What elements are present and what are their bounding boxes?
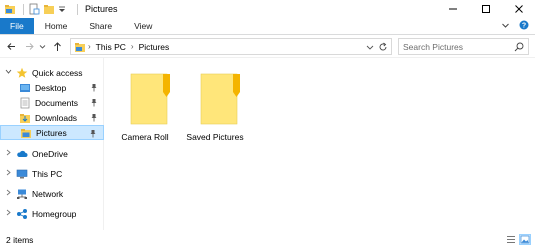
nav-item-homegroup[interactable]: Homegroup [0,206,104,221]
nav-item-desktop[interactable]: Desktop [0,80,104,95]
forward-button[interactable] [22,39,36,53]
minimize-button[interactable] [436,0,469,18]
address-dropdown-icon[interactable] [366,42,374,54]
folder-icon [197,70,245,130]
window-controls [436,0,535,18]
search-icon [514,42,524,52]
details-view-icon[interactable] [505,234,517,245]
ribbon-tabs: File Home Share View ? [0,18,535,35]
close-button[interactable] [502,0,535,18]
refresh-icon[interactable] [378,42,388,54]
nav-item-onedrive[interactable]: OneDrive [0,146,104,161]
nav-item-label: Desktop [35,82,67,93]
expand-chevron-icon[interactable] [3,189,13,198]
breadcrumb-separator-icon[interactable]: › [88,42,91,51]
nav-item-label: OneDrive [32,148,68,159]
nav-item-label: Pictures [36,127,67,138]
breadcrumb-this-pc[interactable]: This PC [96,42,126,52]
status-bar: 2 items [0,230,535,249]
window-title: Pictures [85,4,118,14]
help-icon[interactable]: ? [519,20,529,32]
documents-folder-icon [19,97,31,109]
large-icons-view-icon[interactable] [519,234,531,245]
nav-item-label: Quick access [32,67,83,78]
folder-app-icon [4,3,16,15]
expand-chevron-icon[interactable] [3,169,13,178]
pin-icon[interactable] [90,113,98,124]
expand-ribbon-icon[interactable] [501,21,510,32]
file-list: Camera Roll Saved Pictures [105,58,535,230]
breadcrumb-pictures[interactable]: Pictures [139,42,170,52]
folder-label: Saved Pictures [186,132,244,142]
folder-label: Camera Roll [121,132,169,142]
pictures-location-icon [74,41,86,53]
nav-item-network[interactable]: Network [0,186,104,201]
pictures-folder-icon [20,127,32,139]
breadcrumb-separator-icon[interactable]: › [131,42,134,51]
computer-icon [16,168,28,180]
cloud-icon [16,148,28,160]
folder-item-camera-roll[interactable]: Camera Roll [115,64,175,144]
nav-item-downloads[interactable]: Downloads [0,110,104,125]
nav-item-label: Documents [35,97,78,108]
expand-chevron-icon[interactable] [3,149,13,158]
ribbon-controls: ? [501,18,535,34]
search-input[interactable]: Search Pictures [403,42,514,52]
pin-icon[interactable] [89,129,97,140]
star-icon [16,67,28,79]
tab-view[interactable]: View [123,18,163,34]
title-bar: Pictures [0,0,535,18]
folder-icon [127,70,175,130]
new-folder-icon[interactable] [43,3,55,15]
navigation-bar: › This PC › Pictures Search Pictures [0,35,535,58]
customize-toolbar-dropdown-icon[interactable] [58,3,70,15]
up-button[interactable] [50,39,64,53]
item-count: 2 items [6,234,34,245]
downloads-folder-icon [19,112,31,124]
quick-access-toolbar [4,3,82,15]
back-button[interactable] [4,39,18,53]
title-separator [77,3,78,15]
nav-item-label: Downloads [35,112,78,123]
nav-item-label: Network [32,188,64,199]
maximize-button[interactable] [469,0,502,18]
pin-icon[interactable] [90,83,98,94]
recent-locations-dropdown[interactable] [38,39,46,53]
desktop-folder-icon [19,82,31,94]
view-switcher [505,234,531,245]
nav-item-label: This PC [32,168,63,179]
address-bar[interactable]: › This PC › Pictures [70,38,392,55]
properties-icon[interactable] [28,3,40,15]
pin-icon[interactable] [90,98,98,109]
nav-item-this-pc[interactable]: This PC [0,166,104,181]
collapse-chevron-icon[interactable] [3,68,13,77]
homegroup-icon [16,208,28,220]
tab-share[interactable]: Share [78,18,123,34]
svg-text:?: ? [522,23,526,30]
search-box[interactable]: Search Pictures [398,38,529,55]
nav-item-label: Homegroup [32,208,77,219]
nav-item-pictures[interactable]: Pictures [0,125,104,140]
expand-chevron-icon[interactable] [3,209,13,218]
tab-file[interactable]: File [0,18,34,34]
network-icon [16,188,28,200]
toolbar-separator [23,3,24,15]
folder-item-saved-pictures[interactable]: Saved Pictures [185,64,245,144]
nav-item-documents[interactable]: Documents [0,95,104,110]
navigation-pane: Quick access Desktop Documents Downloads [0,58,104,230]
nav-item-quick-access[interactable]: Quick access [0,65,104,80]
tab-home[interactable]: Home [34,18,79,34]
